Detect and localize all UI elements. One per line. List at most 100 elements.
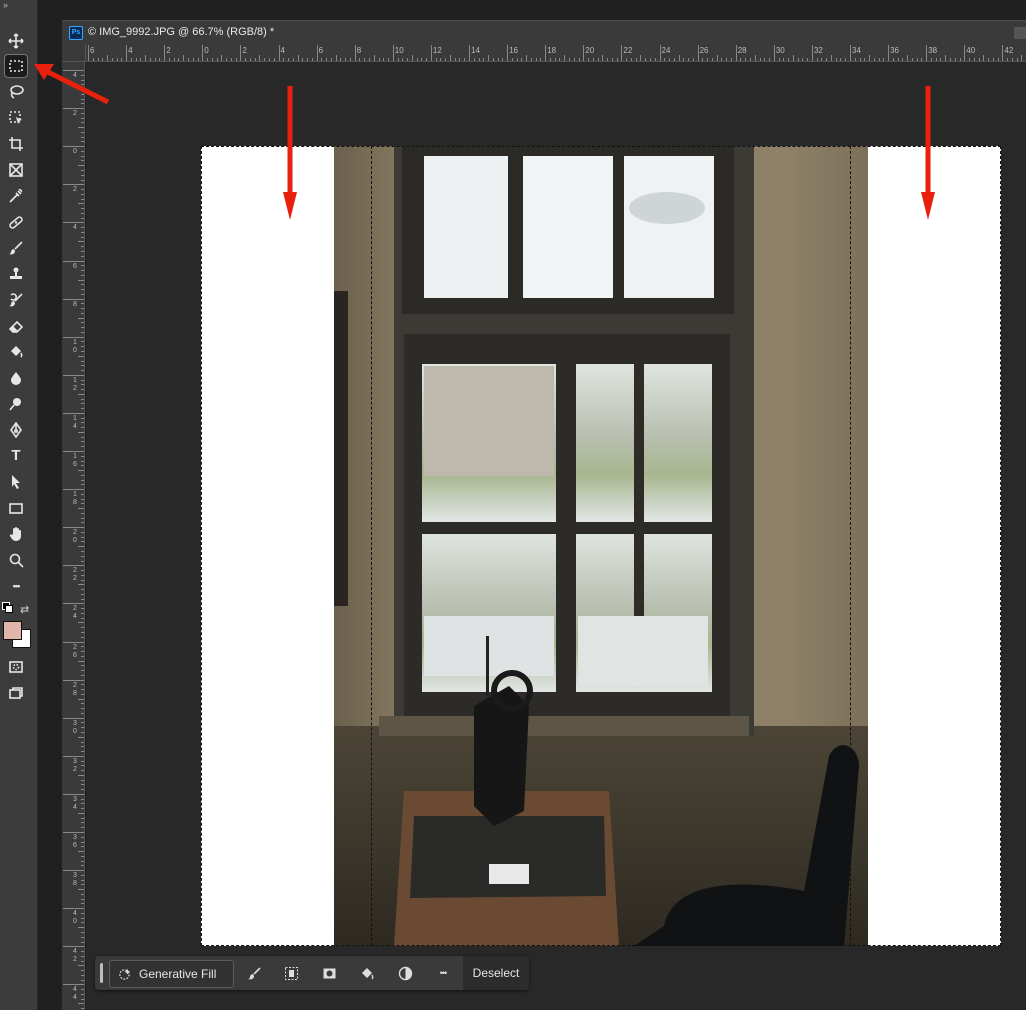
quick-mask-button[interactable]	[5, 656, 27, 678]
ruler-tick	[81, 170, 84, 171]
history-brush-icon	[9, 293, 23, 307]
collapse-panel-icon[interactable]: »	[3, 0, 8, 10]
ruler-tick	[81, 303, 84, 305]
ruler-tick	[63, 603, 84, 605]
ruler-tick	[63, 222, 84, 224]
ruler-tick	[569, 58, 570, 61]
ruler-tick	[388, 58, 390, 61]
ruler-label: 12	[432, 46, 442, 55]
crop-tool[interactable]	[5, 133, 27, 155]
document-canvas[interactable]	[201, 146, 1001, 946]
lasso-icon	[10, 85, 24, 99]
ruler-tick	[81, 436, 84, 438]
clone-stamp-tool[interactable]	[5, 263, 27, 285]
ruler-tick	[81, 236, 84, 238]
default-colors-icon[interactable]	[2, 602, 13, 613]
adjustment-icon	[398, 966, 412, 980]
ruler-tick	[81, 808, 84, 810]
eraser-tool[interactable]	[5, 315, 27, 337]
adjustment-layer-button[interactable]	[396, 964, 414, 982]
generative-fill-button[interactable]: Generative Fill	[109, 960, 234, 988]
ruler-tick	[821, 58, 823, 61]
ruler-tick	[81, 160, 84, 162]
path-selection-tool[interactable]	[5, 471, 27, 493]
ruler-label: 0	[204, 46, 209, 55]
ruler-tick	[81, 598, 84, 600]
ruler-tick	[81, 179, 84, 181]
ruler-tick	[240, 45, 242, 61]
pen-tool[interactable]	[5, 419, 27, 441]
ruler-tick	[63, 755, 84, 757]
select-subject-button[interactable]	[282, 964, 300, 982]
paint-bucket-tool[interactable]	[5, 341, 27, 363]
ruler-tick	[78, 927, 84, 929]
object-selection-tool[interactable]	[5, 107, 27, 129]
generative-fill-label: Generative Fill	[139, 967, 217, 981]
ruler-tick	[78, 203, 84, 205]
ruler-tick	[81, 893, 84, 895]
ruler-tick	[164, 45, 166, 61]
ruler-tick	[502, 58, 504, 61]
select-subject-icon	[284, 966, 298, 980]
frame-tool[interactable]	[5, 159, 27, 181]
ruler-label: 28	[737, 46, 747, 55]
ruler-tick	[759, 58, 761, 61]
object-selection-icon	[9, 111, 22, 124]
history-brush-tool[interactable]	[5, 289, 27, 311]
hand-tool[interactable]	[5, 523, 27, 545]
tab-scroll-icon[interactable]	[1014, 27, 1026, 39]
ruler-tick	[326, 58, 328, 61]
edit-toolbar-button[interactable]: •••	[5, 575, 27, 597]
ruler-tick	[81, 860, 84, 862]
ruler-tick	[878, 58, 880, 61]
brush-tool[interactable]	[5, 237, 27, 259]
ruler-label: 2 2	[73, 567, 77, 583]
ruler-tick	[81, 536, 84, 538]
type-tool[interactable]: T	[5, 445, 27, 467]
modify-selection-button[interactable]	[245, 964, 263, 982]
ruler-tick	[63, 870, 84, 872]
taskbar-drag-handle[interactable]	[100, 963, 103, 983]
ruler-label: 6	[73, 262, 77, 270]
ruler-tick	[78, 127, 84, 129]
ruler-label: 2 8	[73, 681, 77, 697]
move-tool[interactable]	[5, 30, 27, 52]
deselect-button[interactable]: Deselect	[463, 956, 529, 990]
ruler-tick	[81, 189, 84, 191]
swap-colors-icon[interactable]: ⇄	[20, 603, 29, 616]
ruler-tick	[81, 846, 84, 848]
ruler-tick	[640, 55, 642, 61]
ruler-tick	[81, 217, 84, 219]
ruler-tick	[81, 555, 84, 557]
create-mask-button[interactable]	[320, 964, 338, 982]
lasso-tool[interactable]	[5, 81, 27, 103]
ruler-tick	[81, 255, 84, 257]
rectangular-marquee-tool[interactable]	[4, 54, 28, 78]
ruler-tick	[81, 265, 84, 267]
vertical-ruler[interactable]: 42024681 01 21 41 61 82 02 22 42 62 83 0…	[62, 62, 85, 1010]
ruler-tick	[649, 58, 651, 61]
eyedropper-tool[interactable]	[5, 185, 27, 207]
rectangle-tool[interactable]	[5, 497, 27, 519]
ruler-tick	[140, 58, 142, 61]
foreground-color-swatch[interactable]	[3, 621, 22, 640]
ruler-tick	[81, 446, 84, 448]
horizontal-ruler[interactable]: 6 4 2 0 2 4 6 8 10 12 14 16 18 20 22 24 26 28 30 32 34 36 38 40…	[86, 44, 1026, 62]
zoom-tool[interactable]	[5, 549, 27, 571]
ruler-tick	[81, 403, 84, 405]
ruler-tick	[411, 55, 413, 61]
dodge-tool[interactable]	[5, 393, 27, 415]
ruler-tick	[81, 408, 84, 410]
fill-selection-button[interactable]	[358, 964, 376, 982]
ruler-tick	[749, 58, 751, 61]
ruler-tick	[249, 58, 251, 61]
spot-healing-tool[interactable]	[5, 211, 27, 233]
more-options-button[interactable]: •••	[434, 964, 452, 982]
ruler-tick	[81, 150, 84, 152]
ruler-tick	[588, 58, 590, 61]
ruler-tick	[440, 58, 442, 61]
blur-tool[interactable]	[5, 367, 27, 389]
screen-mode-button[interactable]	[5, 682, 27, 704]
ruler-tick	[81, 912, 84, 914]
document-tab[interactable]: Ps © IMG_9992.JPG @ 66.7% (RGB/8) *	[62, 20, 1026, 44]
